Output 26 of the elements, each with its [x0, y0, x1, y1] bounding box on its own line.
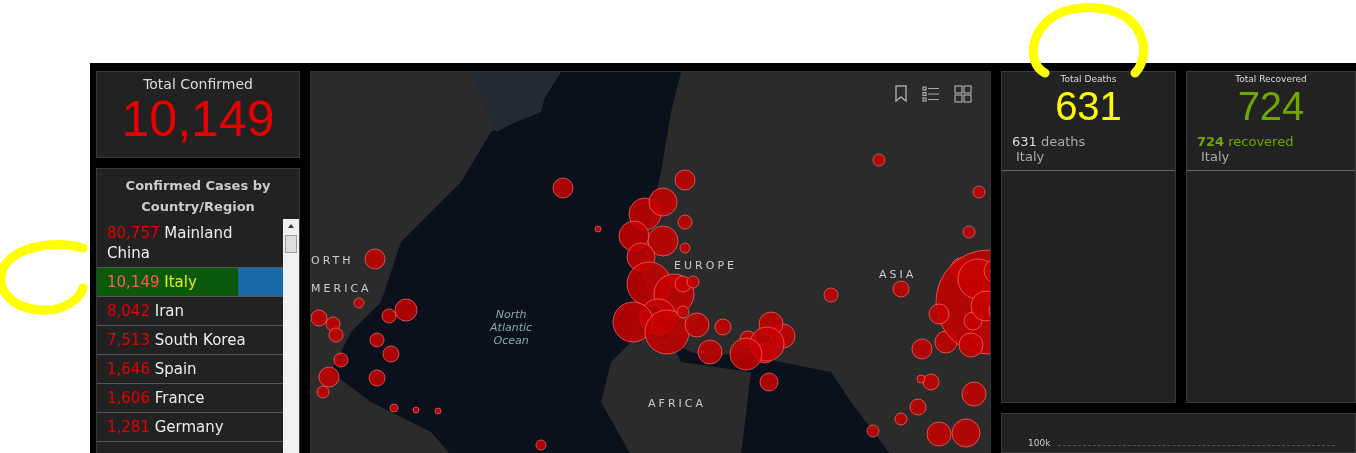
map-label: AFRICA — [648, 397, 707, 410]
recovered-detail: 724 recovered — [1197, 134, 1295, 149]
deaths-place: Italy — [1015, 149, 1046, 164]
map-label: EUROPE — [674, 259, 737, 272]
bookmark-icon[interactable] — [894, 85, 908, 103]
country-list-item[interactable]: 10,149 Italy — [97, 268, 284, 297]
total-deaths-title: Total Deaths — [1060, 74, 1117, 84]
total-recovered-value: 724 — [1237, 84, 1305, 128]
map-label: ORTH — [311, 254, 354, 267]
total-recovered-title: Total Recovered — [1235, 74, 1307, 84]
scrollbar[interactable] — [283, 219, 300, 453]
axis-tick-label: 100k — [1028, 438, 1051, 448]
scroll-thumb[interactable] — [285, 235, 298, 253]
total-deaths-value: 631 — [1055, 84, 1122, 128]
map-label: ASIA — [879, 268, 917, 281]
recovered-place: Italy — [1200, 149, 1231, 164]
map-label: North Atlantic Ocean — [488, 308, 534, 347]
scroll-up-arrow-icon[interactable] — [287, 223, 296, 229]
list-icon[interactable] — [922, 85, 940, 103]
basemap-gallery-icon[interactable] — [954, 85, 972, 103]
total-confirmed-title: Total Confirmed — [143, 76, 253, 92]
world-map[interactable]: ORTH MERICA EUROPE ASIA AFRICA North Atlantic Ocean — [310, 71, 991, 453]
country-list-title: Confirmed Cases by Country/Region — [124, 177, 272, 216]
deaths-detail: 631 deaths — [1012, 134, 1087, 149]
total-confirmed-value: 10,149 — [121, 92, 275, 146]
map-label: MERICA — [311, 282, 372, 295]
